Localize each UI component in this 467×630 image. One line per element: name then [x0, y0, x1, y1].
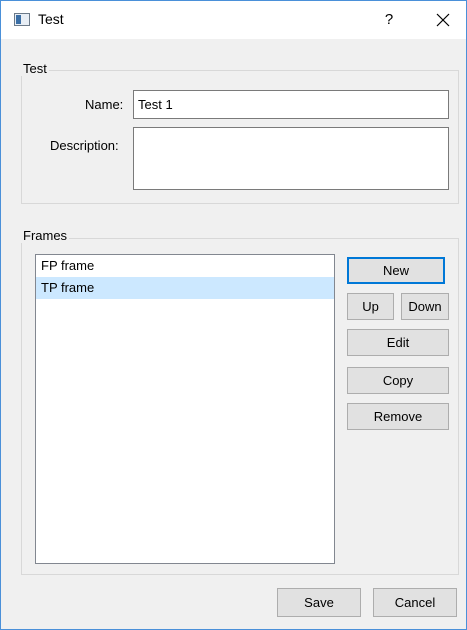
dialog-window: Test ? Test Name: Description: Frames FP… [0, 0, 467, 630]
close-button[interactable] [431, 9, 455, 31]
window-icon [14, 13, 30, 26]
copy-button[interactable]: Copy [347, 367, 449, 394]
remove-button[interactable]: Remove [347, 403, 449, 430]
name-label: Name: [85, 97, 124, 112]
frames-list[interactable]: FP frame TP frame [35, 254, 335, 564]
new-button[interactable]: New [347, 257, 445, 284]
down-button[interactable]: Down [401, 293, 449, 320]
list-item-fp-frame[interactable]: FP frame [36, 255, 334, 277]
description-field[interactable] [133, 127, 449, 190]
frames-group-title: Frames [21, 228, 70, 243]
help-button[interactable]: ? [379, 9, 399, 31]
test-group-title: Test [21, 61, 49, 76]
list-item-tp-frame[interactable]: TP frame [36, 277, 334, 299]
description-label: Description: [50, 138, 119, 153]
close-icon [436, 13, 450, 27]
name-field[interactable] [133, 90, 449, 119]
save-button[interactable]: Save [277, 588, 361, 617]
window-title: Test [38, 11, 64, 27]
up-button[interactable]: Up [347, 293, 394, 320]
edit-button[interactable]: Edit [347, 329, 449, 356]
title-bar[interactable]: Test ? [1, 1, 466, 39]
cancel-button[interactable]: Cancel [373, 588, 457, 617]
